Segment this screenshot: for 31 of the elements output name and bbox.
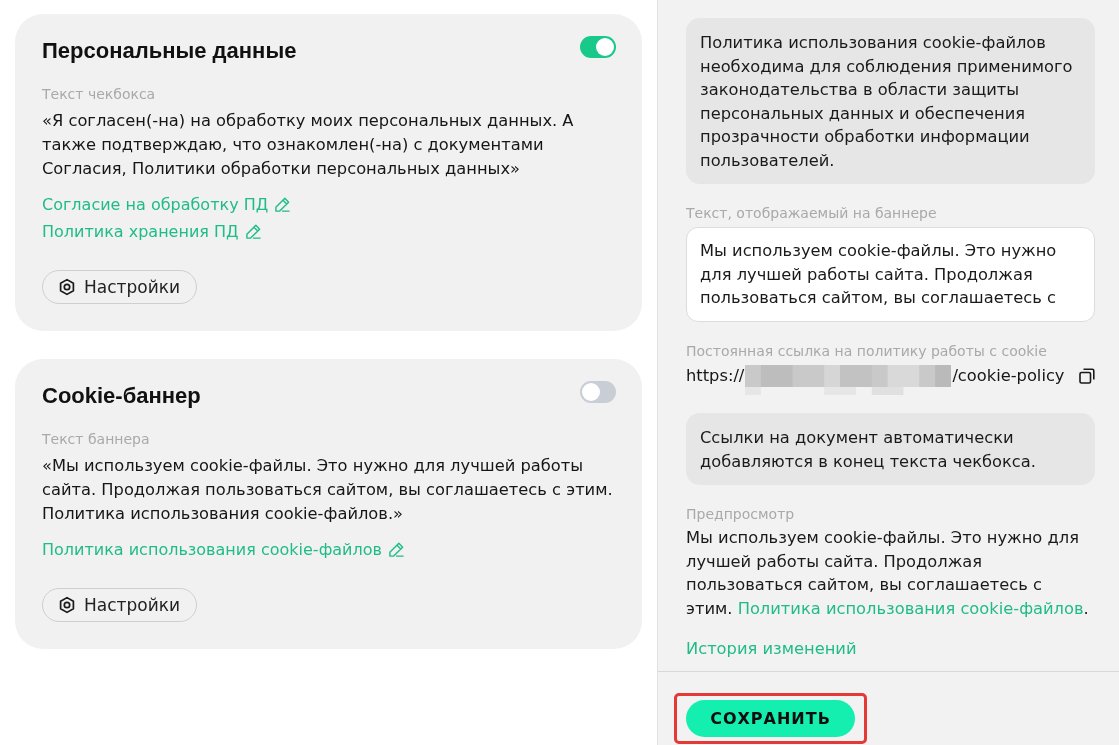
field-label: Постоянная ссылка на политику работы с cookie (686, 342, 1047, 360)
url-text: /cookie-policy (952, 365, 1065, 387)
pencil-icon (274, 196, 292, 213)
card-title: Персональные данные (42, 37, 297, 65)
body-text: «Я согласен(-на) на обработку моих персональных данных. А также подтверждаю, что ознакомлен(-на) с документами Согласия, Политики обработки персональных данных» (42, 110, 575, 180)
preview-text: Мы используем cookie-файлы. Это нужно для лучшей работы сайта. Продолжая пользоваться сайтом, вы соглашаетесь с этим. Политика использования cookie-файлов. (686, 527, 1090, 620)
document-link[interactable]: Политика хранения ПД (42, 218, 262, 245)
history-link[interactable]: История изменений (686, 637, 857, 661)
toggle-switch[interactable] (580, 36, 616, 58)
settings-button[interactable]: Настройки (42, 270, 197, 304)
info-note: Политика использования cookie-файлов необходима для соблюдения применимого законодательства в области защиты персональных данных и обеспечения прозрачности обработки информации пользователей. (686, 18, 1095, 184)
document-link[interactable]: Согласие на обработку ПД (42, 191, 292, 218)
toggle-switch[interactable] (580, 381, 616, 403)
field-label: Предпросмотр (686, 505, 795, 523)
card-title: Cookie-баннер (42, 382, 201, 410)
body-text: «Мы используем cookie-файлы. Это нужно для лучшей работы сайта. Продолжая пользоваться сайтом, вы соглашаетесь с этим. Политика использования cookie-файлов.» (42, 455, 614, 525)
field-label: Текст, отображаемый на баннере (686, 204, 937, 222)
banner-text-field[interactable]: Мы используем cookie-файлы. Это нужно для лучшей работы сайта. Продолжая пользоваться сайтом, вы соглашаетесь с (686, 227, 1095, 322)
save-button[interactable]: СОХРАНИТЬ (686, 700, 855, 737)
copy-icon[interactable] (1079, 368, 1095, 384)
pencil-icon (244, 223, 262, 240)
field-label: Текст баннера (42, 430, 150, 448)
document-link[interactable]: Политика использования cookie-файлов (42, 536, 405, 563)
policy-link[interactable]: Политика использования cookie-файлов (737, 598, 1084, 618)
info-note: Ссылки на документ автоматически добавляются в конец текста чекбокса. (686, 413, 1095, 485)
url-text: https:// (686, 365, 745, 387)
field-label: Текст чекбокса (42, 85, 156, 103)
settings-icon (58, 278, 76, 296)
settings-icon (58, 596, 76, 614)
settings-button[interactable]: Настройки (42, 588, 197, 622)
pencil-icon (387, 541, 405, 558)
